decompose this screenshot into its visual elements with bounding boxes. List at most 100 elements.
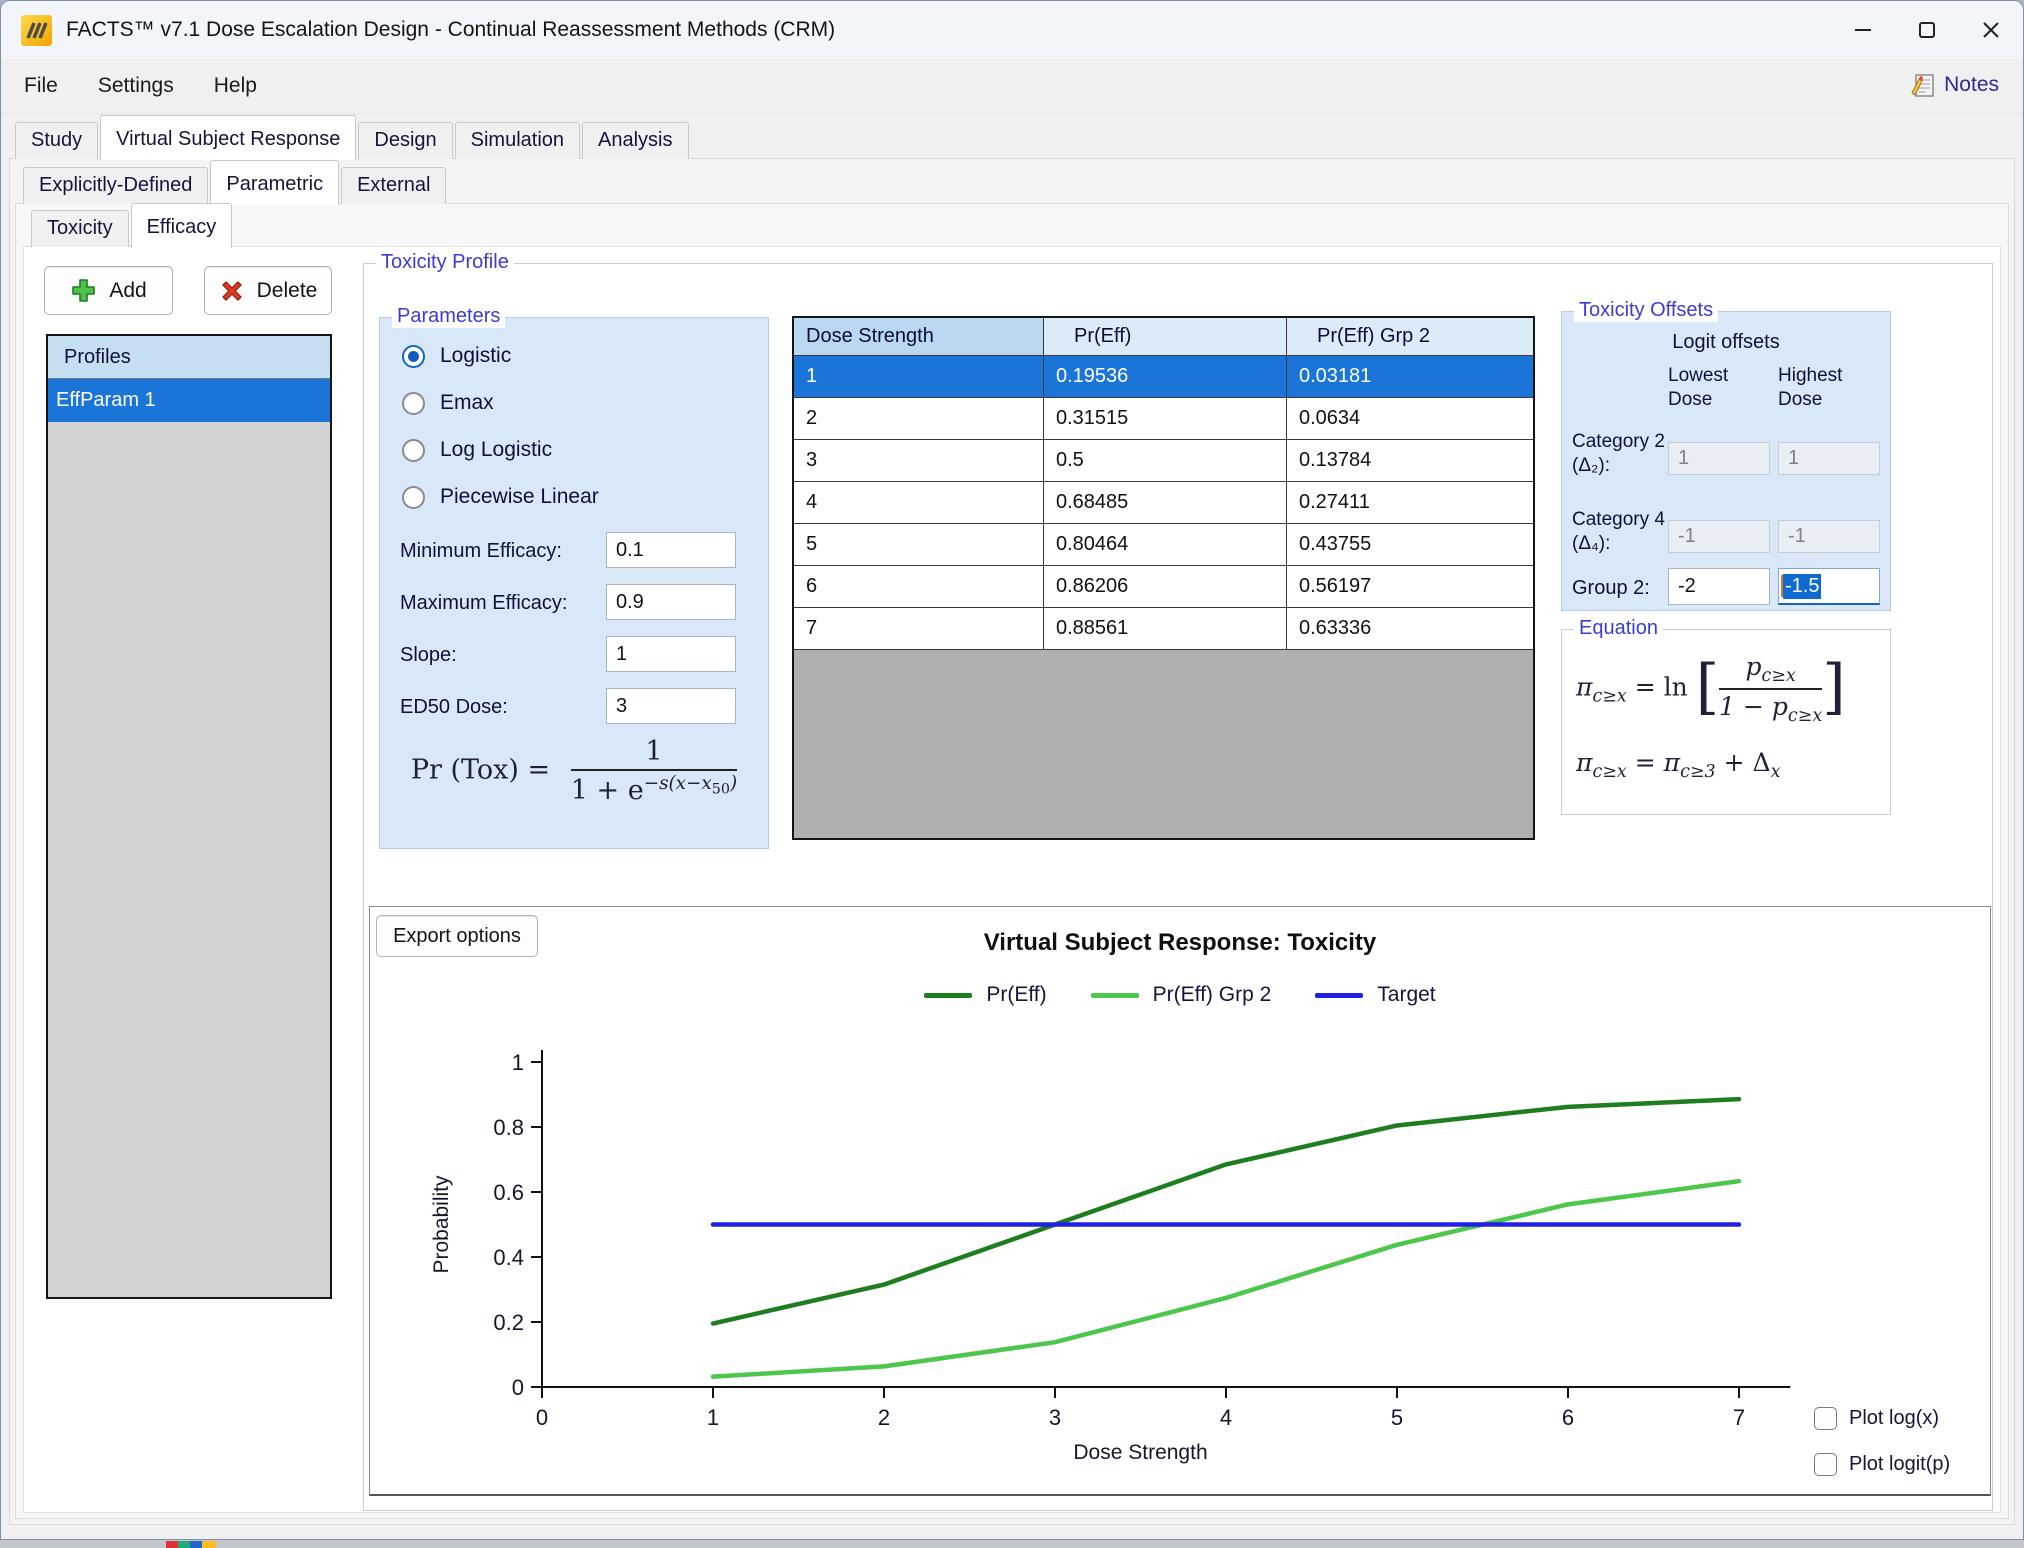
menu-item-help[interactable]: Help xyxy=(197,66,274,106)
parametric-tabstrip: Explicitly-DefinedParametricExternal xyxy=(23,164,448,204)
plot-logitp-label: Plot logit(p) xyxy=(1849,1453,1950,1476)
taskbar-strip xyxy=(0,1540,2024,1548)
category2-label: Category 2 (Δ₂): xyxy=(1572,430,1667,478)
main-tabstrip: StudyVirtual Subject ResponseDesignSimul… xyxy=(15,113,691,159)
parameter-field-row: Maximum Efficacy: xyxy=(400,584,768,636)
logistic-equation: Pr (Tox) = 1 1 + e−s(x−x50) xyxy=(380,736,768,806)
table-header-cell[interactable]: Pr(Eff) Grp 2 xyxy=(1287,318,1533,355)
tab-external[interactable]: External xyxy=(341,167,446,204)
table-row[interactable]: 60.862060.56197 xyxy=(794,566,1533,608)
table-row[interactable]: 70.885610.63336 xyxy=(794,608,1533,650)
table-cell: 6 xyxy=(794,566,1044,607)
notes-icon xyxy=(1909,71,1937,99)
tab-analysis[interactable]: Analysis xyxy=(582,122,688,159)
tab-parametric[interactable]: Parametric xyxy=(210,160,339,205)
tab-explicitly-defined[interactable]: Explicitly-Defined xyxy=(23,167,208,204)
dose-response-table: Dose StrengthPr(Eff)Pr(Eff) Grp 2 10.195… xyxy=(792,316,1535,840)
radio-unselected-icon[interactable] xyxy=(402,392,425,415)
table-row[interactable]: 40.684850.27411 xyxy=(794,482,1533,524)
plot-logitp-checkbox[interactable] xyxy=(1814,1453,1837,1476)
table-cell: 0.0634 xyxy=(1287,398,1533,439)
radio-selected-icon[interactable] xyxy=(402,345,425,368)
parameter-field-input[interactable] xyxy=(606,636,736,672)
plot-logx-option[interactable]: Plot log(x) xyxy=(1814,1407,1939,1430)
svg-text:6: 6 xyxy=(1562,1405,1574,1430)
application-window: FACTS™ v7.1 Dose Escalation Design - Con… xyxy=(0,0,2024,1548)
table-cell: 0.63336 xyxy=(1287,608,1533,649)
table-row[interactable]: 50.804640.43755 xyxy=(794,524,1533,566)
parameters-groupbox: Parameters LogisticEmaxLog LogisticPiece… xyxy=(379,317,769,849)
parameter-field-input[interactable] xyxy=(606,532,736,568)
profile-list-item[interactable]: EffParam 1 xyxy=(48,379,330,422)
chart-title: Virtual Subject Response: Toxicity xyxy=(370,929,1990,957)
toxicity-profile-label: Toxicity Profile xyxy=(376,251,514,274)
highest-dose-column-header: Highest Dose xyxy=(1778,364,1874,412)
table-header-cell[interactable]: Pr(Eff) xyxy=(1044,318,1287,355)
table-header-cell[interactable]: Dose Strength xyxy=(794,318,1044,355)
profiles-list-header: Profiles xyxy=(48,336,330,379)
category2-highest-field xyxy=(1778,442,1880,475)
tab-efficacy[interactable]: Efficacy xyxy=(131,203,233,248)
svg-text:1: 1 xyxy=(707,1405,719,1430)
radio-option-logistic[interactable]: Logistic xyxy=(402,344,768,368)
table-cell: 0.88561 xyxy=(1044,608,1287,649)
table-cell: 7 xyxy=(794,608,1044,649)
radio-option-emax[interactable]: Emax xyxy=(402,391,768,415)
parameter-field-row: Slope: xyxy=(400,636,768,688)
svg-text:0: 0 xyxy=(512,1375,524,1400)
radio-label: Log Logistic xyxy=(440,438,552,462)
chart-panel: Export options Virtual Subject Response:… xyxy=(369,906,1991,1496)
svg-text:2: 2 xyxy=(878,1405,890,1430)
parameter-field-label: Slope: xyxy=(400,644,457,667)
menu-item-settings[interactable]: Settings xyxy=(81,66,191,106)
tab-virtual-subject-response[interactable]: Virtual Subject Response xyxy=(100,115,356,160)
plot-logx-checkbox[interactable] xyxy=(1814,1407,1837,1430)
parameter-field-input[interactable] xyxy=(606,688,736,724)
notes-label: Notes xyxy=(1944,73,1999,97)
group2-lowest-field[interactable] xyxy=(1668,568,1770,605)
category4-label: Category 4 (Δ₄): xyxy=(1572,508,1667,556)
radio-unselected-icon[interactable] xyxy=(402,439,425,462)
svg-text:0.4: 0.4 xyxy=(493,1245,524,1270)
table-cell: 1 xyxy=(794,356,1044,397)
menu-item-file[interactable]: File xyxy=(7,66,75,106)
logit-equation-1: πc≥x = ln [pc≥x1 − pc≥x] xyxy=(1576,652,1846,726)
chart-plot-area: 0123456700.20.40.60.81ProbabilityDose St… xyxy=(370,1007,1990,1472)
maximize-icon xyxy=(1916,19,1938,41)
add-profile-button[interactable]: Add xyxy=(44,266,173,315)
radio-option-piecewise-linear[interactable]: Piecewise Linear xyxy=(402,485,768,509)
table-row[interactable]: 30.50.13784 xyxy=(794,440,1533,482)
group2-highest-field[interactable]: -1.5 xyxy=(1778,568,1880,605)
menu-bar: FileSettingsHelp Notes xyxy=(1,59,2023,114)
facts-window: FACTS™ v7.1 Dose Escalation Design - Con… xyxy=(0,0,2024,1540)
delete-button-label: Delete xyxy=(257,279,318,303)
maximize-button[interactable] xyxy=(1895,1,1959,59)
minimize-button[interactable] xyxy=(1831,1,1895,59)
delete-x-icon xyxy=(219,278,245,304)
parameter-field-input[interactable] xyxy=(606,584,736,620)
legend-label: Pr(Eff) xyxy=(986,983,1046,1007)
notes-button[interactable]: Notes xyxy=(1901,67,2007,103)
radio-unselected-icon[interactable] xyxy=(402,486,425,509)
parameters-label: Parameters xyxy=(392,305,505,328)
table-cell: 2 xyxy=(794,398,1044,439)
legend-label: Pr(Eff) Grp 2 xyxy=(1153,983,1272,1007)
radio-option-log-logistic[interactable]: Log Logistic xyxy=(402,438,768,462)
tab-study[interactable]: Study xyxy=(15,122,98,159)
table-cell: 4 xyxy=(794,482,1044,523)
profiles-list: Profiles EffParam 1 xyxy=(46,334,332,1299)
toxicity-offsets-groupbox: Toxicity Offsets Logit offsets Lowest Do… xyxy=(1561,311,1891,611)
table-row[interactable]: 20.315150.0634 xyxy=(794,398,1533,440)
delete-profile-button[interactable]: Delete xyxy=(204,266,332,315)
add-button-label: Add xyxy=(109,279,146,303)
tab-simulation[interactable]: Simulation xyxy=(455,122,580,159)
radio-label: Piecewise Linear xyxy=(440,485,599,509)
table-row[interactable]: 10.195360.03181 xyxy=(794,356,1533,398)
close-button[interactable] xyxy=(1959,1,2023,59)
tab-toxicity[interactable]: Toxicity xyxy=(31,210,129,247)
category4-highest-field xyxy=(1778,520,1880,553)
plot-logitp-option[interactable]: Plot logit(p) xyxy=(1814,1453,1950,1476)
table-cell: 0.56197 xyxy=(1287,566,1533,607)
table-cell: 0.43755 xyxy=(1287,524,1533,565)
tab-design[interactable]: Design xyxy=(358,122,452,159)
